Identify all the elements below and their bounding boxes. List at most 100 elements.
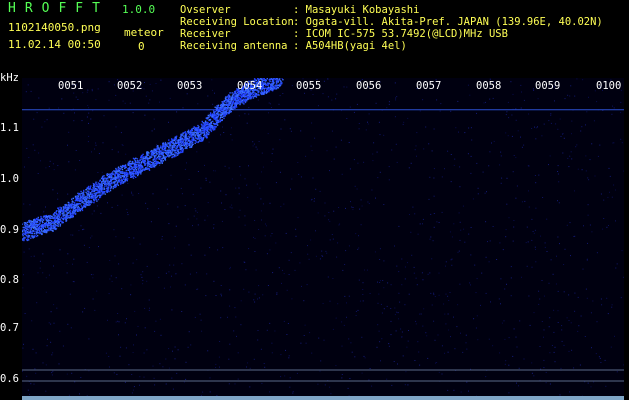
noise-pixel [35, 352, 37, 354]
trace-pixel [89, 192, 91, 194]
noise-pixel [48, 166, 50, 167]
noise-pixel [324, 202, 326, 204]
trace-pixel [262, 84, 264, 87]
noise-pixel [117, 151, 119, 153]
noise-pixel [549, 155, 551, 157]
noise-pixel [174, 235, 176, 237]
trace-pixel [247, 94, 249, 97]
noise-pixel [331, 234, 333, 235]
noise-pixel [621, 250, 623, 252]
noise-pixel [535, 261, 537, 263]
trace-pixel [115, 178, 117, 180]
trace-pixel [194, 136, 197, 139]
noise-pixel [341, 374, 343, 375]
trace-pixel [84, 206, 87, 208]
noise-pixel [539, 298, 541, 300]
noise-pixel [492, 345, 494, 347]
noise-pixel [513, 226, 515, 228]
noise-pixel [451, 258, 453, 260]
noise-pixel [276, 293, 278, 295]
trace-pixel [77, 197, 79, 199]
trace-pixel [136, 173, 138, 175]
noise-pixel [130, 294, 132, 296]
bottom-scrollbar[interactable] [22, 396, 624, 400]
noise-pixel [571, 120, 573, 122]
trace-pixel [27, 225, 29, 227]
y-tick-0.9: 0.9 [0, 224, 19, 236]
trace-pixel [197, 130, 199, 133]
trace-pixel [174, 155, 176, 158]
trace-pixel [23, 226, 25, 229]
noise-pixel [543, 123, 545, 125]
noise-pixel [598, 356, 600, 358]
trace-pixel [186, 138, 189, 140]
noise-pixel [268, 112, 269, 114]
trace-pixel [85, 191, 87, 193]
trace-pixel [173, 153, 175, 155]
noise-pixel [438, 222, 440, 223]
noise-pixel [300, 176, 302, 178]
noise-pixel [570, 322, 572, 324]
trace-pixel [63, 213, 65, 215]
noise-pixel [503, 320, 505, 322]
noise-pixel [360, 224, 362, 226]
noise-pixel [491, 142, 492, 144]
trace-pixel [215, 123, 217, 125]
trace-pixel [205, 128, 207, 130]
noise-pixel [181, 311, 183, 312]
trace-pixel [180, 135, 182, 137]
noise-pixel [161, 236, 163, 237]
trace-pixel [24, 233, 26, 236]
noise-pixel [548, 120, 550, 122]
trace-pixel [231, 97, 233, 100]
noise-pixel [314, 198, 315, 200]
noise-pixel [475, 327, 477, 329]
noise-pixel [468, 127, 470, 129]
noise-pixel [205, 179, 207, 181]
noise-pixel [450, 154, 452, 155]
trace-pixel [97, 190, 99, 192]
noise-pixel [132, 352, 134, 353]
trace-pixel [139, 158, 141, 160]
trace-pixel [229, 95, 231, 98]
noise-pixel [532, 88, 534, 90]
noise-pixel [599, 357, 601, 359]
noise-pixel [533, 375, 535, 377]
trace-pixel [238, 92, 240, 94]
noise-pixel [206, 273, 208, 275]
trace-pixel [265, 84, 267, 87]
noise-pixel [50, 323, 52, 325]
noise-pixel [32, 144, 34, 146]
trace-pixel [192, 133, 194, 135]
noise-pixel [577, 168, 579, 170]
noise-pixel [445, 293, 447, 295]
trace-pixel [156, 153, 158, 155]
noise-pixel [266, 253, 268, 255]
noise-pixel [362, 300, 364, 302]
noise-pixel [208, 141, 210, 143]
noise-pixel [492, 97, 494, 99]
noise-pixel [59, 249, 61, 251]
noise-pixel [108, 99, 110, 101]
noise-pixel [24, 313, 26, 314]
noise-pixel [480, 304, 481, 306]
trace-pixel [146, 162, 149, 164]
trace-pixel [140, 173, 142, 175]
noise-pixel [596, 321, 598, 323]
noise-pixel [436, 362, 438, 363]
trace-pixel [171, 151, 173, 153]
noise-pixel [377, 177, 379, 179]
noise-pixel [152, 193, 154, 195]
trace-pixel [189, 146, 191, 149]
noise-pixel [151, 130, 153, 132]
noise-pixel [564, 248, 566, 250]
trace-pixel [188, 137, 190, 140]
trace-pixel [62, 221, 64, 224]
noise-pixel [523, 99, 525, 101]
noise-pixel [394, 245, 395, 247]
noise-pixel [616, 263, 618, 265]
noise-pixel [611, 196, 613, 198]
trace-pixel [156, 158, 158, 160]
noise-pixel [488, 338, 490, 340]
trace-pixel [230, 107, 232, 109]
